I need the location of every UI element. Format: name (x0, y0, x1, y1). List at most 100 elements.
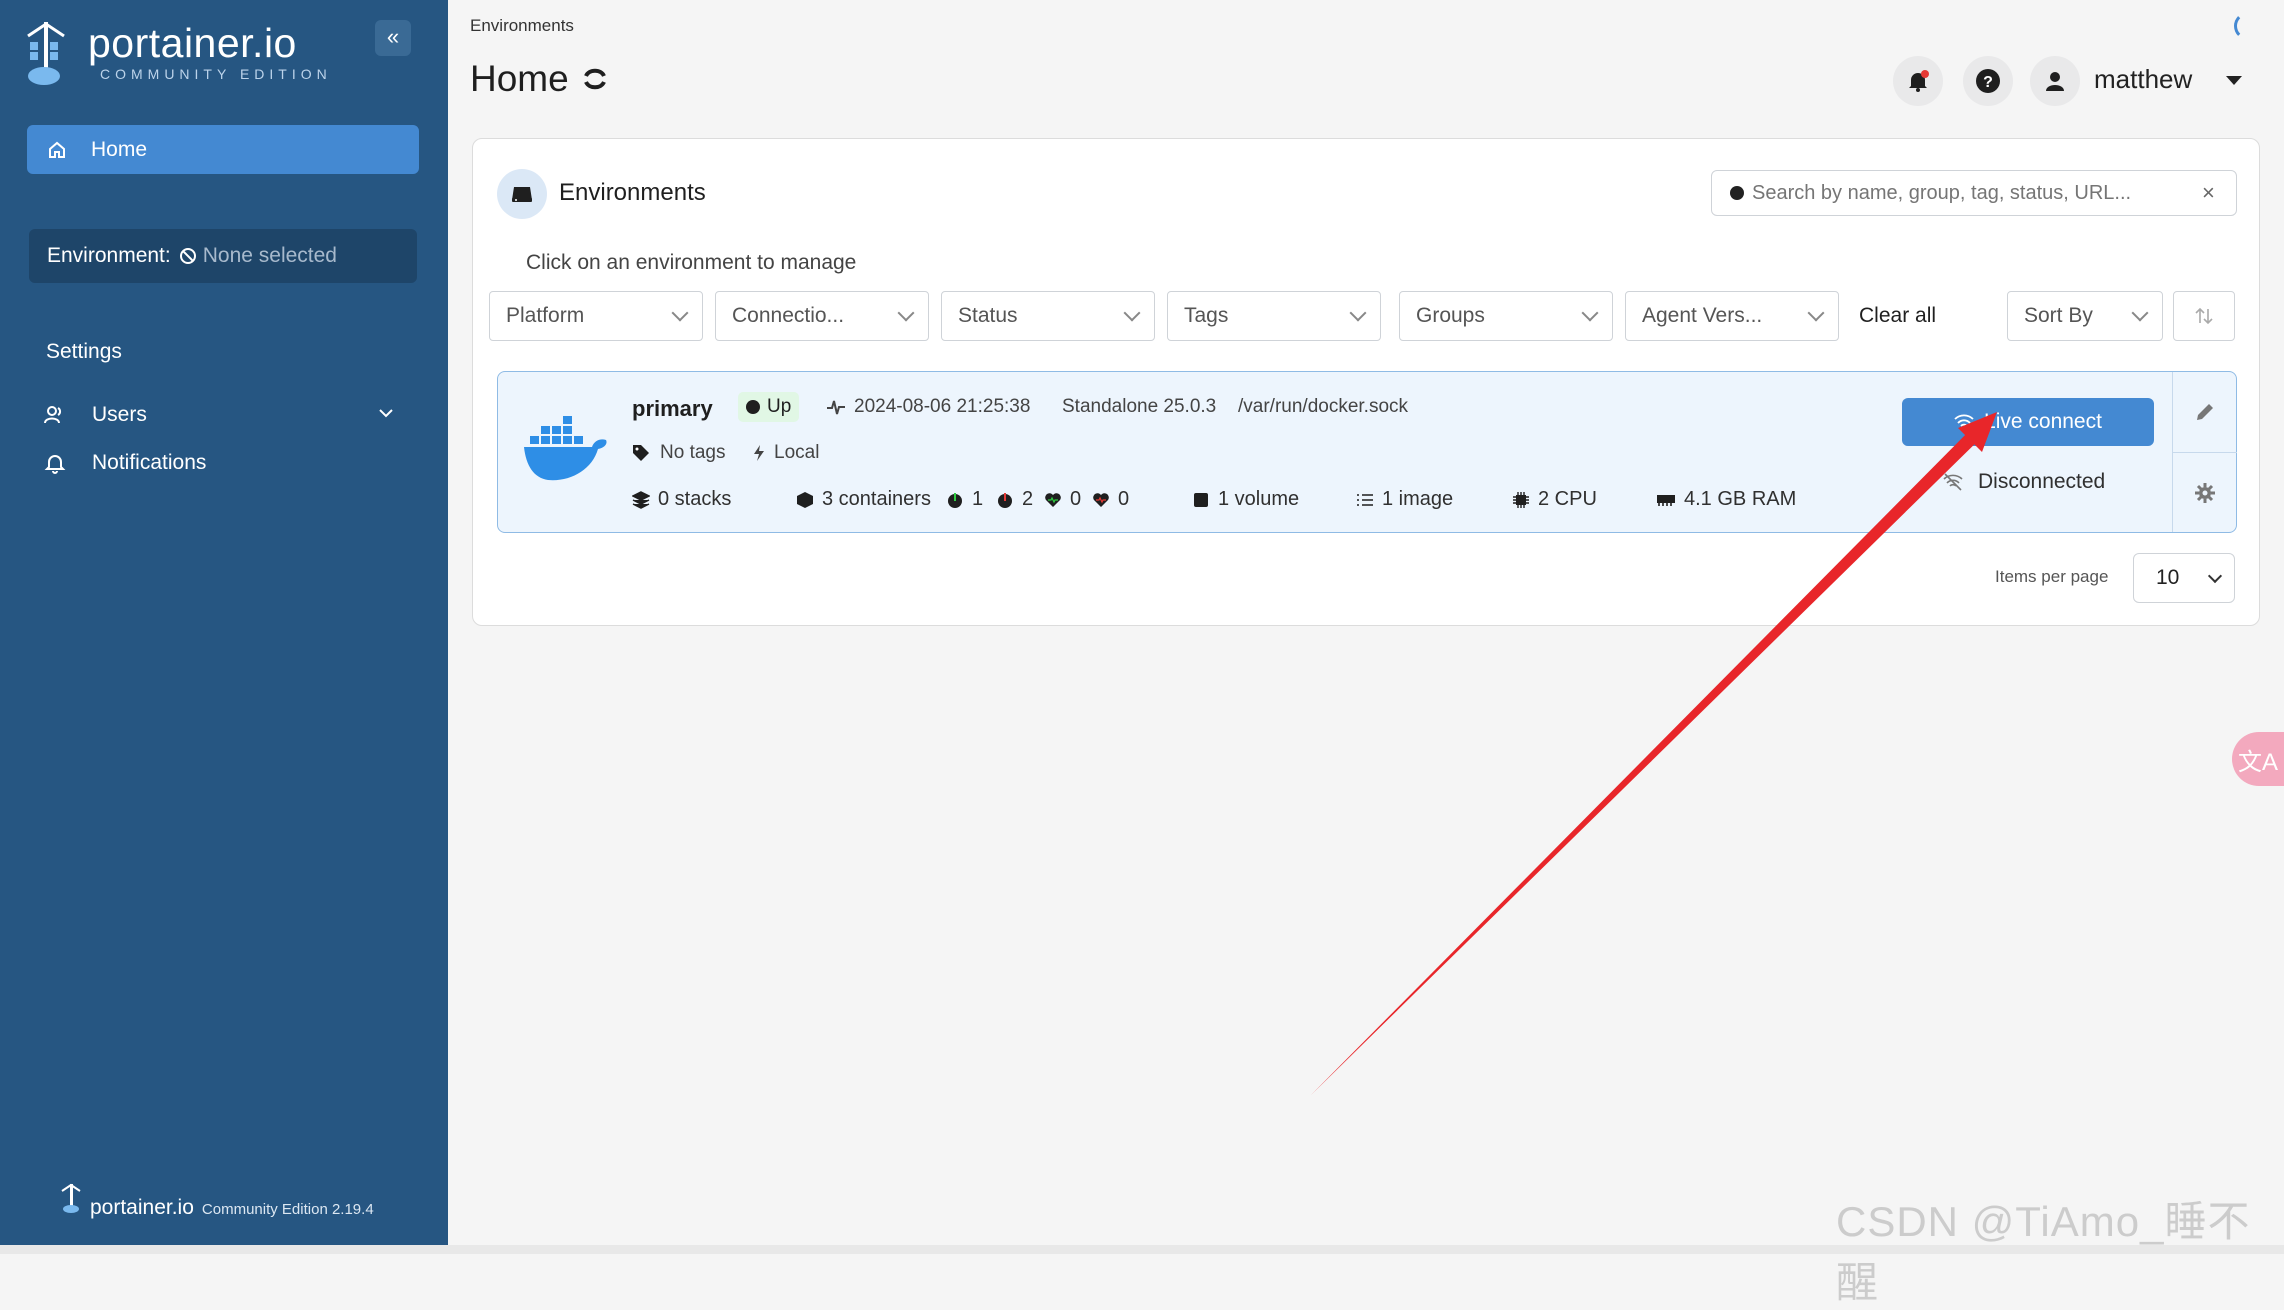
gear-icon (2195, 483, 2215, 503)
filter-connection[interactable]: Connectio... (715, 291, 929, 341)
not-allowed-icon (179, 248, 196, 264)
user-menu-caret-icon[interactable] (2226, 76, 2242, 85)
logo-subtitle: COMMUNITY EDITION (100, 66, 332, 82)
page-title-text: Home (470, 58, 569, 99)
chevron-down-icon[interactable] (377, 404, 395, 422)
translate-button[interactable]: 文A (2232, 732, 2284, 786)
sidebar-item-users[interactable]: Users (44, 403, 147, 427)
portainer-logo-icon (27, 22, 65, 85)
environment-location: Local (752, 442, 819, 464)
sidebar-item-home-label: Home (91, 137, 148, 161)
stack-icon (632, 490, 650, 509)
stacks-count: 0 stacks (632, 488, 731, 511)
containers-count: 3 containers (796, 488, 931, 511)
refresh-icon[interactable] (581, 65, 609, 93)
sidebar-item-notifications[interactable]: Notifications (44, 451, 206, 475)
healthy-text: 0 (1070, 488, 1082, 510)
environment-selector[interactable]: Environment: None selected (29, 229, 417, 283)
filter-status[interactable]: Status (941, 291, 1155, 341)
search-box[interactable]: × (1711, 170, 2237, 216)
live-connect-button[interactable]: Live connect (1902, 398, 2154, 446)
filter-agent-version-label: Agent Vers... (1642, 304, 1763, 327)
bell-alert-icon (1909, 70, 1929, 92)
filter-agent-version[interactable]: Agent Vers... (1625, 291, 1839, 341)
environment-label: Environment: (47, 244, 171, 267)
user-icon (2046, 72, 2064, 91)
environment-tags: No tags (632, 442, 725, 464)
users-icon (44, 406, 62, 424)
docker-icon (524, 416, 607, 481)
chevron-down-icon (897, 304, 915, 322)
edit-environment-button[interactable] (2173, 372, 2237, 453)
username[interactable]: matthew (2094, 64, 2192, 95)
filter-platform[interactable]: Platform (489, 291, 703, 341)
panel-hint: Click on an environment to manage (526, 251, 857, 274)
filter-groups[interactable]: Groups (1399, 291, 1613, 341)
sidebar-item-users-label: Users (92, 403, 147, 426)
loading-spinner-icon (2234, 12, 2262, 40)
stopped-text: 2 (1022, 488, 1034, 510)
sidebar-footer: portainer.io Community Edition 2.19.4 (60, 1182, 374, 1220)
stopped-count: 2 (996, 488, 1033, 511)
environment-name[interactable]: primary (632, 396, 713, 422)
bottom-border (0, 1245, 2284, 1254)
clear-all-button[interactable]: Clear all (1859, 304, 1936, 328)
volumes-text: 1 volume (1218, 488, 1300, 510)
timestamp-text: 2024-08-06 21:25:38 (854, 396, 1031, 417)
filter-tags-label: Tags (1184, 304, 1229, 327)
cube-icon (797, 491, 813, 508)
home-icon (49, 141, 65, 158)
status-up-icon (746, 400, 760, 414)
list-icon (1357, 493, 1373, 506)
chevron-down-icon (671, 304, 689, 322)
portainer-footer-icon (61, 1183, 81, 1213)
containers-text: 3 containers (822, 488, 931, 510)
volumes-count: 1 volume (1192, 488, 1299, 511)
footer-brand: portainer.io (90, 1196, 194, 1219)
status-badge-text: Up (767, 396, 792, 417)
sort-by-label: Sort By (2024, 304, 2093, 327)
user-avatar[interactable] (2030, 56, 2080, 106)
svg-text:?: ? (1983, 74, 1993, 91)
filter-status-label: Status (958, 304, 1018, 327)
search-input[interactable] (1750, 180, 2194, 206)
pencil-icon (2197, 404, 2213, 420)
heart-unhealthy-icon (1093, 492, 1109, 507)
heartbeat-timestamp: 2024-08-06 21:25:38 (826, 396, 1030, 418)
chevron-down-icon (1581, 304, 1599, 322)
chevron-down-icon (2131, 304, 2149, 322)
collapse-sidebar-button[interactable]: « (375, 20, 411, 56)
tags-text: No tags (660, 442, 726, 463)
breadcrumb[interactable]: Environments (470, 16, 574, 36)
portainer-logo[interactable]: portainer.io COMMUNITY EDITION (24, 18, 334, 94)
disconnected-text: Disconnected (1978, 470, 2106, 493)
running-text: 1 (972, 488, 984, 510)
chevron-down-icon (1807, 304, 1825, 322)
ram-amount: 4.1 GB RAM (1656, 488, 1796, 511)
cpu-icon (1513, 491, 1529, 508)
sort-by-select[interactable]: Sort By (2007, 291, 2163, 341)
environment-socket: /var/run/docker.sock (1238, 396, 1409, 417)
logo-text: portainer.io (88, 20, 297, 66)
clear-search-icon[interactable]: × (2202, 180, 2215, 206)
environment-value: None selected (202, 244, 337, 267)
filter-tags[interactable]: Tags (1167, 291, 1381, 341)
environment-settings-button[interactable] (2173, 453, 2237, 533)
items-per-page-select[interactable]: 10 (2133, 553, 2235, 603)
images-text: 1 image (1382, 488, 1454, 510)
notifications-button[interactable] (1893, 56, 1943, 106)
chevron-down-icon (1123, 304, 1141, 322)
images-count: 1 image (1356, 488, 1453, 511)
chevron-down-icon (2207, 568, 2223, 583)
sort-order-button[interactable] (2173, 291, 2235, 341)
tag-icon (633, 445, 649, 461)
environment-card[interactable]: primary Up 2024-08-06 21:25:38 Standalon… (497, 371, 2237, 533)
items-per-page-label: Items per page (1995, 567, 2109, 586)
ram-text: 4.1 GB RAM (1684, 488, 1797, 510)
card-actions (2172, 372, 2237, 532)
help-button[interactable]: ? (1963, 56, 2013, 106)
cpu-count: 2 CPU (1512, 488, 1597, 511)
sort-arrows-icon (2195, 307, 2213, 325)
connection-status: Disconnected (1942, 470, 2105, 494)
sidebar-item-home[interactable]: Home (27, 125, 419, 174)
